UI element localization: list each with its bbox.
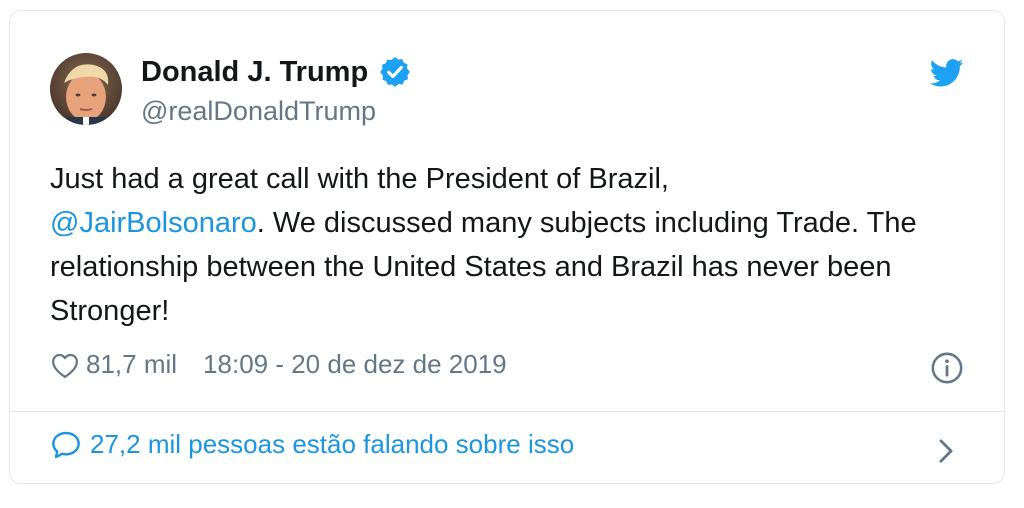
speech-bubble-icon bbox=[50, 430, 82, 460]
conversation-link[interactable]: 27,2 mil pessoas estão falando sobre iss… bbox=[50, 429, 574, 460]
tweet-timestamp[interactable]: 18:09 - 20 de dez de 2019 bbox=[203, 349, 507, 380]
avatar[interactable] bbox=[50, 53, 122, 125]
name-row: Donald J. Trump bbox=[141, 55, 412, 89]
tweet-card[interactable]: Donald J. Trump @realDonaldTrump Just ha… bbox=[9, 10, 1005, 484]
conversation-text[interactable]: 27,2 mil pessoas estão falando sobre iss… bbox=[90, 429, 574, 460]
display-name[interactable]: Donald J. Trump bbox=[141, 56, 368, 89]
tweet-text-part-1: Just had a great call with the President… bbox=[50, 163, 669, 195]
info-icon[interactable] bbox=[930, 351, 964, 385]
verified-badge-icon bbox=[378, 55, 412, 89]
heart-icon[interactable] bbox=[50, 351, 80, 379]
chevron-right-icon[interactable] bbox=[936, 437, 956, 465]
user-handle[interactable]: @realDonaldTrump bbox=[141, 96, 376, 127]
mention-link[interactable]: @JairBolsonaro bbox=[50, 207, 257, 239]
divider bbox=[10, 411, 1004, 412]
twitter-bird-icon[interactable] bbox=[929, 59, 964, 87]
tweet-text: Just had a great call with the President… bbox=[50, 157, 990, 333]
tweet-meta: 81,7 mil 18:09 - 20 de dez de 2019 bbox=[50, 349, 507, 380]
like-count[interactable]: 81,7 mil bbox=[86, 349, 177, 380]
avatar-image bbox=[50, 53, 122, 125]
